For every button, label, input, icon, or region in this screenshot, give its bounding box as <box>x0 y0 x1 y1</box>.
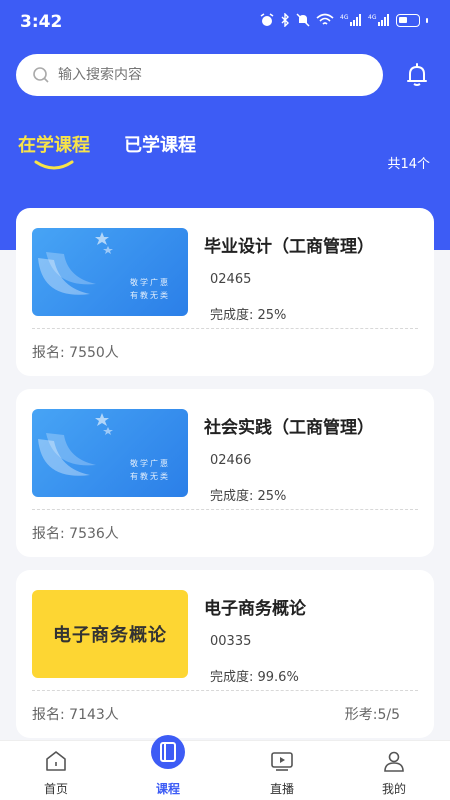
course-code: 00335 <box>210 634 252 649</box>
battery-icon <box>396 13 420 27</box>
course-thumbnail: 敬学广惠 有教无类 <box>32 409 188 497</box>
course-thumbnail: 电子商务概论 <box>32 590 188 678</box>
thumb-text: 电子商务概论 <box>53 625 167 646</box>
bell-icon[interactable] <box>404 62 430 88</box>
home-icon <box>46 751 66 771</box>
alarm-icon <box>260 13 274 26</box>
status-icons: 4G 4G <box>260 13 428 27</box>
course-progress: 完成度: 25% <box>210 308 287 323</box>
profile-icon <box>384 751 404 772</box>
course-card[interactable]: 电子商务概论 电子商务概论 00335 完成度: 99.6% 报名: 7143人… <box>16 570 434 738</box>
course-title: 电子商务概论 <box>204 599 306 619</box>
thumb-slogan: 敬学广惠 有教无类 <box>130 278 170 300</box>
course-title: 毕业设计（工商管理） <box>204 237 374 257</box>
course-thumbnail: 敬学广惠 有教无类 <box>32 228 188 316</box>
course-title: 社会实践（工商管理） <box>204 418 374 438</box>
svg-text:4G: 4G <box>368 14 377 21</box>
exam-progress: 形考:5/5 <box>344 707 400 723</box>
tab-active-underline <box>34 160 74 170</box>
search-box[interactable] <box>16 54 383 96</box>
divider <box>32 690 418 691</box>
nav-mine-label: 我的 <box>381 782 406 796</box>
live-play-icon <box>271 752 293 771</box>
tab-completed[interactable]: 已学课程 <box>124 131 196 157</box>
course-enrollment: 报名: 7143人 <box>32 707 119 723</box>
search-input[interactable] <box>58 67 338 83</box>
course-card[interactable]: 敬学广惠 有教无类 社会实践（工商管理） 02466 完成度: 25% 报名: 7… <box>16 389 434 557</box>
search-icon <box>33 67 49 83</box>
divider <box>32 509 418 510</box>
logo-swirl-icon <box>38 413 113 476</box>
status-time: 3:42 <box>20 12 63 32</box>
nav-home[interactable]: 首页 <box>0 741 112 800</box>
course-book-icon <box>160 742 176 762</box>
course-enrollment: 报名: 7536人 <box>32 526 119 542</box>
course-progress: 完成度: 99.6% <box>210 670 299 685</box>
wifi-icon <box>316 13 334 25</box>
logo-swirl-icon <box>38 232 113 295</box>
bottom-nav: 首页 课程 直播 我的 <box>0 735 450 800</box>
nav-courses[interactable]: 课程 <box>112 735 224 800</box>
course-code: 02465 <box>210 272 252 287</box>
thumb-slogan: 敬学广惠 有教无类 <box>130 459 170 481</box>
mute-icon <box>296 13 310 27</box>
divider <box>32 328 418 329</box>
bluetooth-icon <box>281 13 289 27</box>
course-count: 共14个 <box>387 157 430 172</box>
course-progress: 完成度: 25% <box>210 489 287 504</box>
nav-home-label: 首页 <box>43 782 68 796</box>
battery-tip <box>426 17 428 23</box>
tab-studying[interactable]: 在学课程 <box>18 131 90 157</box>
nav-mine[interactable]: 我的 <box>338 741 450 800</box>
status-bar: 3:42 4G 4G <box>0 0 450 44</box>
signal-icon-2: 4G <box>368 14 389 26</box>
nav-courses-label: 课程 <box>155 782 180 796</box>
signal-icon: 4G <box>340 14 361 26</box>
course-enrollment: 报名: 7550人 <box>32 345 119 361</box>
nav-active-indicator <box>151 735 185 769</box>
nav-live[interactable]: 直播 <box>226 741 338 800</box>
course-card[interactable]: 敬学广惠 有教无类 毕业设计（工商管理） 02465 完成度: 25% 报名: 7… <box>16 208 434 376</box>
svg-text:4G: 4G <box>340 14 349 21</box>
course-code: 02466 <box>210 453 252 468</box>
nav-live-label: 直播 <box>269 782 294 796</box>
